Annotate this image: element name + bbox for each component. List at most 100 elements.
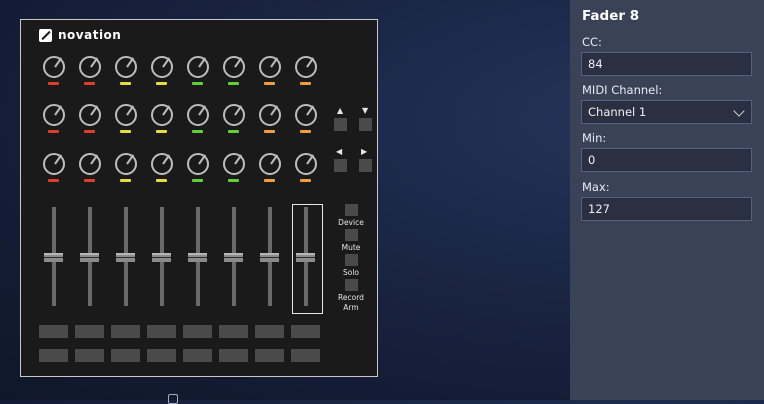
knob-r2-c2[interactable] <box>79 104 101 126</box>
knob-r2-c3[interactable] <box>115 104 137 126</box>
midi-channel-label: MIDI Channel: <box>582 83 663 97</box>
knob-led-r2-c6 <box>228 130 239 133</box>
track-button-r1-c6[interactable] <box>219 325 248 338</box>
nav-down-button[interactable] <box>359 118 372 131</box>
nav-right-button[interactable] <box>359 159 372 172</box>
cc-input[interactable]: 84 <box>581 52 752 76</box>
side-label-device: Device <box>338 218 364 227</box>
track-button-r1-c2[interactable] <box>75 325 104 338</box>
track-button-r1-c1[interactable] <box>39 325 68 338</box>
track-button-r2-c1[interactable] <box>39 349 68 362</box>
arrow-up-icon: ▲ <box>337 106 344 115</box>
knob-led-r2-c5 <box>192 130 203 133</box>
side-button-mute[interactable] <box>345 229 358 241</box>
novation-logo-icon <box>39 28 52 42</box>
launch-control-xl-device: novation ▲ ▼ ◀ ▶ Device Mute Solo Record Arm <box>20 19 378 377</box>
knob-r3-c4[interactable] <box>151 153 173 175</box>
track-button-r1-c8[interactable] <box>291 325 320 338</box>
knob-r3-c3[interactable] <box>115 153 137 175</box>
track-button-r2-c8[interactable] <box>291 349 320 362</box>
knob-r3-c8[interactable] <box>295 153 317 175</box>
knob-led-r2-c1 <box>48 130 59 133</box>
arrow-right-icon: ▶ <box>361 147 368 156</box>
knob-r3-c2[interactable] <box>79 153 101 175</box>
max-input[interactable]: 127 <box>581 197 752 221</box>
knob-r2-c5[interactable] <box>187 104 209 126</box>
fader-7[interactable] <box>260 253 279 262</box>
knob-led-r3-c8 <box>300 179 311 182</box>
knob-r1-c6[interactable] <box>223 56 245 78</box>
knob-r1-c4[interactable] <box>151 56 173 78</box>
fader-6[interactable] <box>224 253 243 262</box>
track-button-r1-c7[interactable] <box>255 325 284 338</box>
knob-led-r3-c6 <box>228 179 239 182</box>
arrow-left-icon: ◀ <box>336 147 343 156</box>
nav-left-button[interactable] <box>334 159 347 172</box>
knob-r1-c8[interactable] <box>295 56 317 78</box>
min-input[interactable]: 0 <box>581 148 752 172</box>
side-label-mute: Mute <box>341 243 361 252</box>
knob-led-r1-c8 <box>300 82 311 85</box>
nav-up-button[interactable] <box>334 118 347 131</box>
track-button-r1-c4[interactable] <box>147 325 176 338</box>
knob-led-r1-c6 <box>228 82 239 85</box>
side-button-solo[interactable] <box>345 254 358 266</box>
knob-led-r2-c8 <box>300 130 311 133</box>
fader-5[interactable] <box>188 253 207 262</box>
knob-r2-c4[interactable] <box>151 104 173 126</box>
track-button-r2-c5[interactable] <box>183 349 212 362</box>
side-button-device[interactable] <box>345 204 358 216</box>
knob-led-r2-c4 <box>156 130 167 133</box>
track-button-r2-c2[interactable] <box>75 349 104 362</box>
knob-r2-c6[interactable] <box>223 104 245 126</box>
knob-led-r3-c2 <box>84 179 95 182</box>
knob-led-r3-c4 <box>156 179 167 182</box>
knob-r3-c5[interactable] <box>187 153 209 175</box>
cc-label: CC: <box>582 35 602 49</box>
brand-name: novation <box>58 28 122 42</box>
knob-r2-c8[interactable] <box>295 104 317 126</box>
knob-led-r3-c3 <box>120 179 131 182</box>
knob-r2-c7[interactable] <box>259 104 281 126</box>
knob-r1-c7[interactable] <box>259 56 281 78</box>
knob-r1-c2[interactable] <box>79 56 101 78</box>
knob-r1-c5[interactable] <box>187 56 209 78</box>
track-button-r2-c7[interactable] <box>255 349 284 362</box>
track-button-r2-c4[interactable] <box>147 349 176 362</box>
knob-r1-c1[interactable] <box>43 56 65 78</box>
knob-led-r3-c5 <box>192 179 203 182</box>
knob-r2-c1[interactable] <box>43 104 65 126</box>
max-label: Max: <box>582 180 610 194</box>
side-button-record-arm[interactable] <box>345 279 358 291</box>
side-label-record-arm: Record Arm <box>338 293 364 312</box>
knob-led-r1-c4 <box>156 82 167 85</box>
knob-r3-c6[interactable] <box>223 153 245 175</box>
knob-led-r2-c3 <box>120 130 131 133</box>
track-button-r2-c3[interactable] <box>111 349 140 362</box>
knob-led-r3-c1 <box>48 179 59 182</box>
toolbar-icon[interactable] <box>168 394 178 404</box>
side-label-solo: Solo <box>342 268 360 277</box>
arrow-down-icon: ▼ <box>362 106 369 115</box>
knob-led-r2-c7 <box>264 130 275 133</box>
track-button-r1-c5[interactable] <box>183 325 212 338</box>
knob-led-r1-c2 <box>84 82 95 85</box>
knob-r3-c7[interactable] <box>259 153 281 175</box>
knob-led-r1-c5 <box>192 82 203 85</box>
knob-r1-c3[interactable] <box>115 56 137 78</box>
fader-4[interactable] <box>152 253 171 262</box>
knob-led-r3-c7 <box>264 179 275 182</box>
fader-1[interactable] <box>44 253 63 262</box>
midi-channel-select[interactable]: Channel 1 <box>581 100 752 124</box>
fader-selection-highlight <box>292 204 323 314</box>
fader-2[interactable] <box>80 253 99 262</box>
fader-3[interactable] <box>116 253 135 262</box>
track-button-r2-c6[interactable] <box>219 349 248 362</box>
chevron-down-icon <box>733 105 745 117</box>
midi-channel-value: Channel 1 <box>588 105 647 119</box>
knob-led-r1-c3 <box>120 82 131 85</box>
track-button-r1-c3[interactable] <box>111 325 140 338</box>
properties-panel: Fader 8 CC: 84 MIDI Channel: Channel 1 M… <box>570 0 764 400</box>
knob-led-r1-c1 <box>48 82 59 85</box>
knob-r3-c1[interactable] <box>43 153 65 175</box>
